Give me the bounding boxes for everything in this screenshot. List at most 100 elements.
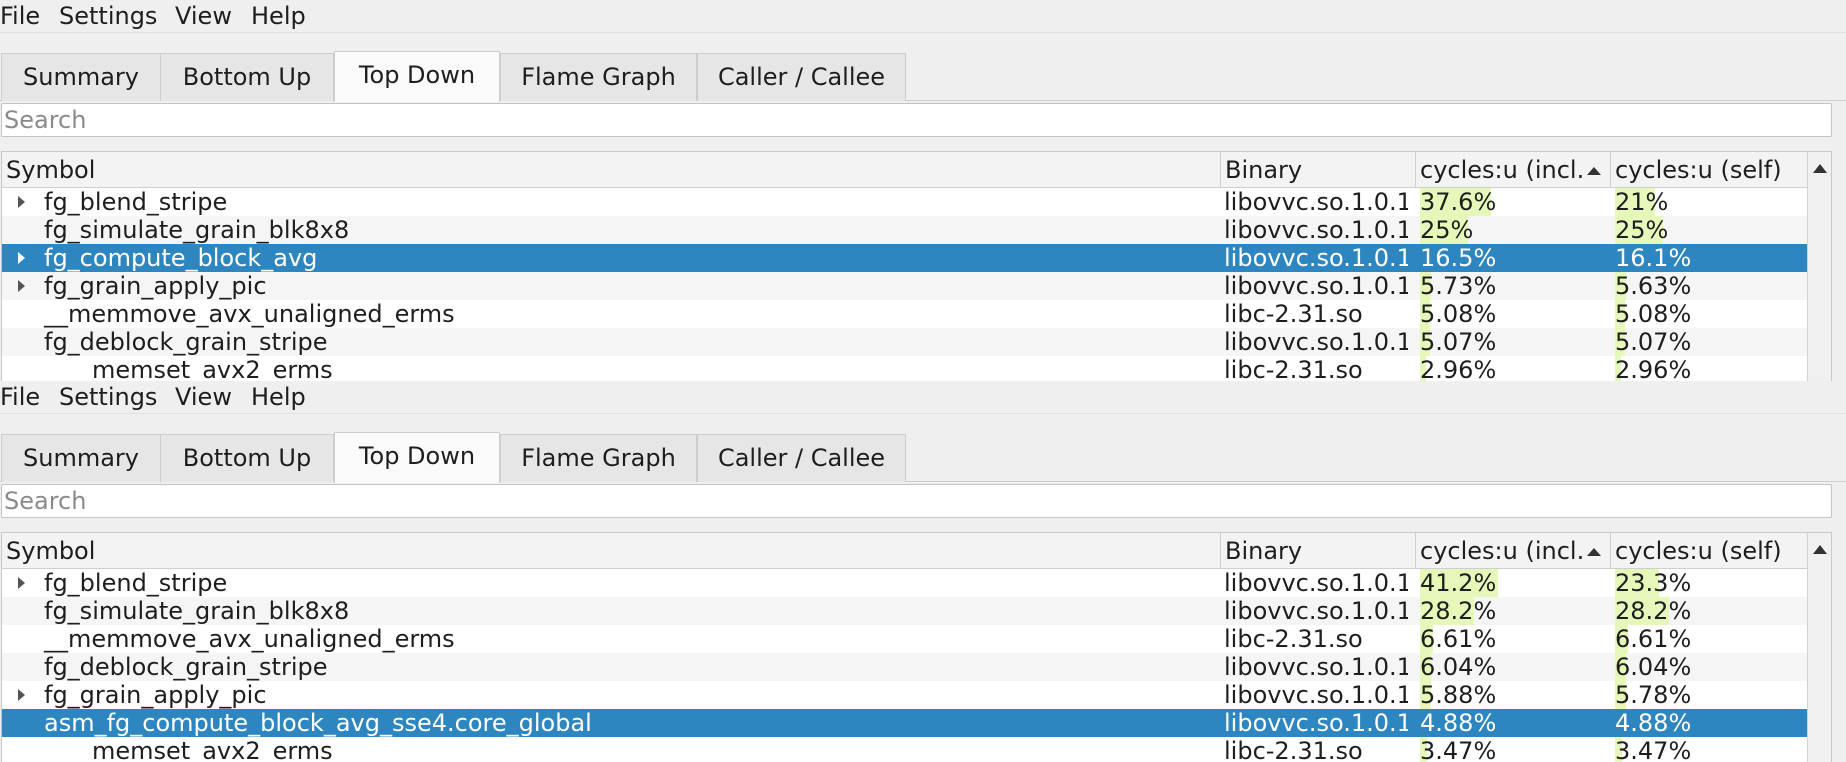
sort-ascending-icon bbox=[1587, 548, 1601, 556]
menu-bar: File Settings View Help bbox=[0, 0, 1846, 33]
menu-file[interactable]: File bbox=[0, 382, 40, 412]
cost-value: 5.73% bbox=[1420, 272, 1497, 300]
expand-arrow-icon[interactable] bbox=[18, 252, 25, 264]
menu-view[interactable]: View bbox=[175, 382, 232, 412]
cycles-incl-cell: 2.96% bbox=[1420, 356, 1610, 381]
tree-row[interactable]: __memmove_avx_unaligned_erms libc-2.31.so… bbox=[2, 300, 1807, 328]
tree-row[interactable]: fg_simulate_grain_blk8x8 libovvc.so.1.0.1… bbox=[2, 216, 1807, 244]
tree-row[interactable]: fg_blend_stripe libovvc.so.1.0.1 41.2% 23.3… bbox=[2, 569, 1807, 597]
tree-row[interactable]: __memmove_avx_unaligned_erms libc-2.31.so… bbox=[2, 625, 1807, 653]
search-input[interactable] bbox=[1, 103, 1832, 137]
hotspot-window-top: File Settings View Help Summary Bottom U… bbox=[0, 0, 1846, 381]
header-symbol[interactable]: Symbol bbox=[2, 152, 1221, 187]
cycles-incl-cell: 6.61% bbox=[1420, 625, 1610, 653]
symbol-name: fg_blend_stripe bbox=[44, 569, 228, 597]
cycles-incl-cell: 4.88% bbox=[1420, 709, 1610, 737]
header-binary[interactable]: Binary bbox=[1221, 533, 1416, 568]
tree-row[interactable]: fg_blend_stripe libovvc.so.1.0.1 37.6% 21% bbox=[2, 188, 1807, 216]
tree-row[interactable]: fg_simulate_grain_blk8x8 libovvc.so.1.0.1… bbox=[2, 597, 1807, 625]
tab-top-down[interactable]: Top Down bbox=[334, 51, 500, 102]
header-cycles-incl[interactable]: cycles:u (incl. bbox=[1416, 152, 1611, 187]
header-cycles-self[interactable]: cycles:u (self) bbox=[1611, 152, 1807, 187]
expand-arrow-icon[interactable] bbox=[18, 196, 25, 208]
binary-cell: libovvc.so.1.0.1 bbox=[1224, 709, 1408, 737]
tab-flame-graph[interactable]: Flame Graph bbox=[500, 434, 697, 482]
vertical-scrollbar[interactable] bbox=[1807, 152, 1831, 381]
menu-help[interactable]: Help bbox=[251, 1, 306, 31]
header-cycles-self[interactable]: cycles:u (self) bbox=[1611, 533, 1807, 568]
symbol-cell: __memset_avx2_erms bbox=[2, 356, 1220, 381]
cycles-incl-cell: 5.88% bbox=[1420, 681, 1610, 709]
tab-flame-graph[interactable]: Flame Graph bbox=[500, 53, 697, 101]
symbol-name: __memmove_avx_unaligned_erms bbox=[44, 625, 455, 653]
tree-rows: fg_blend_stripe libovvc.so.1.0.1 37.6% 21% f… bbox=[2, 188, 1807, 381]
cost-value: 25% bbox=[1420, 216, 1474, 244]
menu-help[interactable]: Help bbox=[251, 382, 306, 412]
header-cycles-incl-label: cycles:u (incl. bbox=[1420, 537, 1585, 565]
cost-value: 2.96% bbox=[1615, 356, 1692, 381]
tree-row[interactable]: asm_fg_compute_block_avg_sse4.core_globa… bbox=[2, 709, 1807, 737]
header-cycles-incl[interactable]: cycles:u (incl. bbox=[1416, 533, 1611, 568]
cost-value: 5.63% bbox=[1615, 272, 1692, 300]
cycles-incl-cell: 25% bbox=[1420, 216, 1610, 244]
symbol-cell: fg_deblock_grain_stripe bbox=[2, 328, 1220, 356]
tab-summary[interactable]: Summary bbox=[1, 434, 161, 482]
tree-row[interactable]: __memset_avx2_erms libc-2.31.so 2.96% 2.96% bbox=[2, 356, 1807, 381]
tree-row[interactable]: fg_grain_apply_pic libovvc.so.1.0.1 5.73% 5… bbox=[2, 272, 1807, 300]
tree-row[interactable]: __memset_avx2_erms libc-2.31.so 3.47% 3.47% bbox=[2, 737, 1807, 762]
header-symbol[interactable]: Symbol bbox=[2, 533, 1221, 568]
cycles-self-cell: 5.08% bbox=[1615, 300, 1805, 328]
binary-cell: libovvc.so.1.0.1 bbox=[1224, 597, 1408, 625]
scroll-up-icon[interactable] bbox=[1813, 545, 1827, 554]
expand-arrow-icon[interactable] bbox=[18, 280, 25, 292]
tab-bar: Summary Bottom Up Top Down Flame Graph C… bbox=[0, 51, 1846, 102]
binary-cell: libovvc.so.1.0.1 bbox=[1224, 188, 1408, 216]
menu-file[interactable]: File bbox=[0, 1, 40, 31]
symbol-cell: fg_grain_apply_pic bbox=[2, 272, 1220, 300]
binary-cell: libc-2.31.so bbox=[1224, 737, 1363, 762]
cost-value: 5.78% bbox=[1615, 681, 1692, 709]
symbol-name: fg_simulate_grain_blk8x8 bbox=[44, 597, 350, 625]
tab-top-down[interactable]: Top Down bbox=[334, 432, 500, 483]
binary-cell: libovvc.so.1.0.1 bbox=[1224, 272, 1408, 300]
menu-view[interactable]: View bbox=[175, 1, 232, 31]
top-down-tree: Symbol Binary cycles:u (incl. cycles:u (… bbox=[1, 532, 1832, 762]
top-down-tree: Symbol Binary cycles:u (incl. cycles:u (… bbox=[1, 151, 1832, 381]
expand-arrow-icon[interactable] bbox=[18, 577, 25, 589]
expand-arrow-icon[interactable] bbox=[18, 689, 25, 701]
menu-settings[interactable]: Settings bbox=[59, 1, 157, 31]
cost-value: 25% bbox=[1615, 216, 1669, 244]
cycles-self-cell: 28.2% bbox=[1615, 597, 1805, 625]
cycles-incl-cell: 28.2% bbox=[1420, 597, 1610, 625]
symbol-name: fg_blend_stripe bbox=[44, 188, 228, 216]
tree-row[interactable]: fg_grain_apply_pic libovvc.so.1.0.1 5.88% 5… bbox=[2, 681, 1807, 709]
tab-caller-callee[interactable]: Caller / Callee bbox=[697, 53, 906, 101]
tab-summary[interactable]: Summary bbox=[1, 53, 161, 101]
search-input[interactable] bbox=[1, 484, 1832, 518]
tab-caller-callee[interactable]: Caller / Callee bbox=[697, 434, 906, 482]
symbol-name: __memmove_avx_unaligned_erms bbox=[44, 300, 455, 328]
tree-row[interactable]: fg_deblock_grain_stripe libovvc.so.1.0.1 5… bbox=[2, 328, 1807, 356]
menu-settings[interactable]: Settings bbox=[59, 382, 157, 412]
cycles-self-cell: 23.3% bbox=[1615, 569, 1805, 597]
cost-value: 2.96% bbox=[1420, 356, 1497, 381]
cost-value: 3.47% bbox=[1615, 737, 1692, 762]
cycles-incl-cell: 5.08% bbox=[1420, 300, 1610, 328]
symbol-cell: fg_blend_stripe bbox=[2, 569, 1220, 597]
tree-row[interactable]: fg_compute_block_avg libovvc.so.1.0.1 16.5… bbox=[2, 244, 1807, 272]
cost-value: 5.08% bbox=[1615, 300, 1692, 328]
symbol-cell: fg_simulate_grain_blk8x8 bbox=[2, 216, 1220, 244]
symbol-name: fg_deblock_grain_stripe bbox=[44, 653, 328, 681]
cost-value: 3.47% bbox=[1420, 737, 1497, 762]
cycles-incl-cell: 41.2% bbox=[1420, 569, 1610, 597]
header-binary[interactable]: Binary bbox=[1221, 152, 1416, 187]
tab-bottom-up[interactable]: Bottom Up bbox=[160, 53, 334, 101]
cost-value: 5.08% bbox=[1420, 300, 1497, 328]
scroll-up-icon[interactable] bbox=[1813, 164, 1827, 173]
cycles-self-cell: 5.78% bbox=[1615, 681, 1805, 709]
tree-row[interactable]: fg_deblock_grain_stripe libovvc.so.1.0.1 6… bbox=[2, 653, 1807, 681]
vertical-scrollbar[interactable] bbox=[1807, 533, 1831, 762]
symbol-cell: __memset_avx2_erms bbox=[2, 737, 1220, 762]
cost-value: 5.07% bbox=[1615, 328, 1692, 356]
tab-bottom-up[interactable]: Bottom Up bbox=[160, 434, 334, 482]
